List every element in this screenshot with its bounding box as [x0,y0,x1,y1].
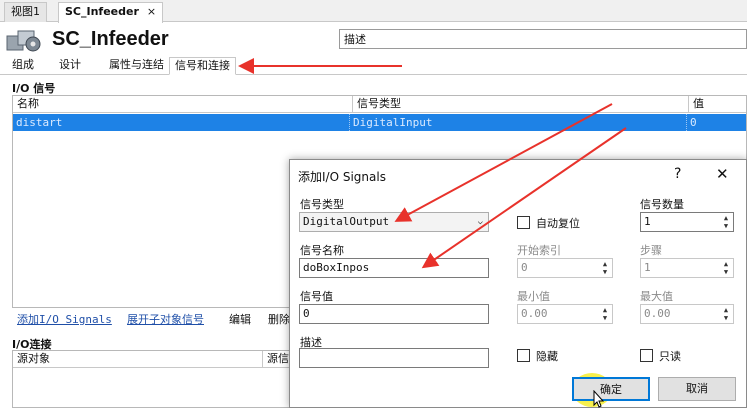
help-icon[interactable]: ? [674,166,681,182]
editor-tab-bar: 组成 设计 属性与连结 信号和连接 [0,55,747,75]
description-input[interactable]: 描述 [339,29,747,49]
mouse-cursor-icon [593,389,605,408]
document-tab-bar: 视图1 SC_Infeeder × [0,0,747,23]
tab-design[interactable]: 设计 [54,57,86,75]
column-header-source-object[interactable]: 源对象 [13,351,263,368]
ok-button[interactable]: 确定 [572,377,650,401]
signal-type-label: 信号类型 [300,198,344,211]
table-row[interactable]: distart DigitalInput 0 [13,114,746,131]
spin-arrows-icon[interactable]: ▲ ▼ [599,306,611,322]
io-signals-heading: I/O 信号 [12,82,56,95]
step-value: 1 [644,261,651,274]
component-title: SC_Infeeder [52,28,169,50]
row-type-cell: DigitalInput [350,114,687,131]
signal-description-input[interactable] [299,348,489,368]
auto-reset-checkbox[interactable] [517,216,530,229]
signal-name-label: 信号名称 [300,244,344,257]
close-tab-icon[interactable]: × [147,5,156,18]
signal-value-label: 信号值 [300,290,333,303]
tab-signals-connections[interactable]: 信号和连接 [169,57,236,75]
column-header-value[interactable]: 值 [689,96,746,113]
readonly-checkbox[interactable] [640,349,653,362]
tab-sc-infeeder-label: SC_Infeeder [65,5,139,18]
hidden-label: 隐藏 [536,350,558,363]
expand-child-signals-link[interactable]: 展开子对象信号 [127,311,204,327]
signal-actions: 添加I/O Signals 展开子对象信号 编辑 删除 [17,311,297,327]
io-connections-table: 源对象 源信 [12,350,303,408]
step-label: 步骤 [640,244,662,257]
signal-type-select[interactable]: DigitalOutput ⌵ [299,212,489,232]
start-index-label: 开始索引 [517,244,561,257]
max-value-stepper[interactable]: 0.00 ▲ ▼ [640,304,734,324]
max-value-label: 最大值 [640,290,673,303]
start-index-stepper[interactable]: 0 ▲ ▼ [517,258,613,278]
chevron-down-icon: ⌵ [477,217,483,227]
max-value: 0.00 [644,307,671,320]
spin-arrows-icon[interactable]: ▲ ▼ [599,260,611,276]
row-name-cell: distart [13,114,350,131]
add-io-signals-link[interactable]: 添加I/O Signals [17,311,112,327]
tab-view1-label: 视图1 [11,5,40,18]
tab-view1[interactable]: 视图1 [4,2,47,22]
min-value-label: 最小值 [517,290,550,303]
signal-count-stepper[interactable]: 1 ▲ ▼ [640,212,734,232]
signal-count-label: 信号数量 [640,198,684,211]
signal-name-input[interactable]: doBoxInpos [299,258,489,278]
signal-value-input[interactable]: 0 [299,304,489,324]
close-icon[interactable]: ✕ [716,165,729,183]
spin-arrows-icon[interactable]: ▲ ▼ [720,306,732,322]
cancel-button[interactable]: 取消 [658,377,736,401]
auto-reset-label: 自动复位 [536,217,580,230]
readonly-label: 只读 [659,350,681,363]
delete-link[interactable]: 删除 [268,311,290,327]
step-stepper[interactable]: 1 ▲ ▼ [640,258,734,278]
tab-sc-infeeder[interactable]: SC_Infeeder × [58,2,164,23]
hidden-checkbox[interactable] [517,349,530,362]
spin-arrows-icon[interactable]: ▲ ▼ [720,214,732,230]
edit-link[interactable]: 编辑 [229,311,251,327]
min-value-stepper[interactable]: 0.00 ▲ ▼ [517,304,613,324]
signal-type-value: DigitalOutput [303,215,390,228]
tab-properties-bindings[interactable]: 属性与连结 [104,57,169,75]
dialog-title: 添加I/O Signals [298,170,386,184]
min-value: 0.00 [521,307,548,320]
row-value-cell: 0 [690,116,697,129]
add-io-signals-dialog: 添加I/O Signals ? ✕ 信号类型 DigitalOutput ⌵ 自… [289,159,747,408]
smart-component-icon [6,28,42,54]
tab-composition[interactable]: 组成 [7,57,39,75]
start-index-value: 0 [521,261,528,274]
column-header-type[interactable]: 信号类型 [353,96,689,113]
column-header-name[interactable]: 名称 [13,96,353,113]
spin-arrows-icon[interactable]: ▲ ▼ [720,260,732,276]
signal-count-value: 1 [644,215,651,228]
